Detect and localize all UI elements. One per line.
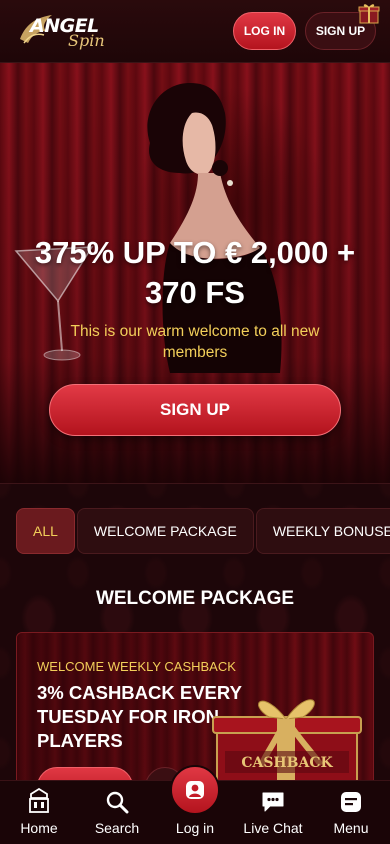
logo-text-spin: Spin [68,31,105,50]
nav-search-label: Search [94,820,140,836]
user-icon [186,781,204,799]
header-signup-button[interactable]: SIGN UP [305,4,380,50]
casino-icon [29,788,49,813]
nav-live-chat-label: Live Chat [243,820,303,836]
nav-menu-label: Menu [333,820,369,836]
nav-live-chat[interactable]: Live Chat [234,781,312,844]
angel-spin-logo[interactable]: ANGEL Spin [16,9,116,53]
nav-home[interactable]: Home [0,781,78,844]
section-title: WELCOME PACKAGE [95,588,295,609]
signup-label: SIGN UP [315,24,366,38]
nav-home-label: Home [20,820,58,836]
top-header: ANGEL Spin LOG IN SIGN UP [0,0,390,63]
search-icon [106,791,129,814]
login-fab-button[interactable] [170,765,220,815]
nav-search[interactable]: Search [78,781,156,844]
tab-weekly-bonuses[interactable]: WEEKLY BONUSES [255,508,390,554]
hero-banner: 375% UP TO € 2,000 + 370 FS This is our … [0,63,390,483]
nav-menu[interactable]: Menu [312,781,390,844]
nav-login-label: Log in [175,820,215,836]
cashback-box-label: CASHBACK [241,755,333,771]
hero-signup-button[interactable]: SIGN UP [49,384,341,436]
section-divider [0,483,390,484]
tab-welcome-package[interactable]: WELCOME PACKAGE [76,508,254,554]
menu-icon [341,792,361,812]
login-button[interactable]: LOG IN [233,12,296,50]
hero-subtitle: This is our warm welcome to all new memb… [70,323,320,361]
hero-title: 375% UP TO € 2,000 + 370 FS [34,235,356,310]
tab-all[interactable]: ALL [16,508,75,554]
chat-icon [262,792,284,812]
bonus-tabs: ALL WELCOME PACKAGE WEEKLY BONUSES [16,508,390,554]
gift-icon [358,4,380,24]
